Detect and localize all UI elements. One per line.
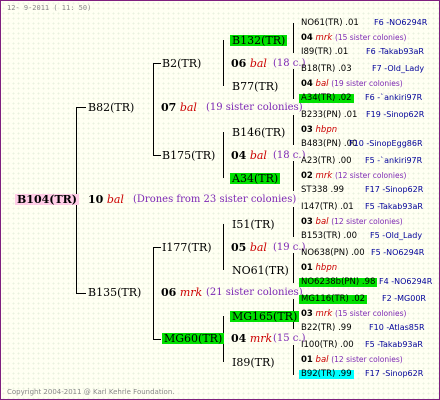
g4-top-8-line: F5 -Takab93aR xyxy=(365,340,423,349)
g2-queen-2[interactable]: B175(TR) xyxy=(162,150,215,161)
g2-mating-4: 04 mrk xyxy=(231,332,273,345)
g3-queen-1[interactable]: B132(TR) xyxy=(230,35,288,46)
g3-queen-8[interactable]: I89(TR) xyxy=(232,357,275,368)
g4-mating-4: 02 mrk (12 sister colonies) xyxy=(301,171,407,181)
g4-top-4-line: F5 -`ankiri97R xyxy=(365,156,423,165)
g3-queen-7[interactable]: MG165(TR) xyxy=(230,311,300,322)
g4-top-3-line: F19 -Sinop62R xyxy=(366,110,425,119)
root-race: bal xyxy=(106,193,124,206)
g4-bot-2-line: F6 -`ankiri97R xyxy=(365,93,423,102)
root-year: 10 xyxy=(88,193,104,206)
g4-mating-7: 03 mrk (15 sister colonies) xyxy=(301,309,407,319)
g4-top-8[interactable]: I100(TR) .00 xyxy=(301,341,354,350)
g4-mating-8: 01 bal (12 sister colonies) xyxy=(301,355,403,365)
connector xyxy=(153,247,161,248)
connector xyxy=(153,247,154,339)
g4-bot-4[interactable]: ST338 .99 xyxy=(301,186,344,195)
g2-queen-3[interactable]: I177(TR) xyxy=(162,242,212,253)
g4-mating-1: 04 mrk (15 sister colonies) xyxy=(301,33,407,43)
g4-bot-2[interactable]: A34(TR) .02 xyxy=(299,94,354,103)
connector xyxy=(223,40,224,86)
connector xyxy=(293,345,294,375)
root-queen[interactable]: B104(TR) xyxy=(15,194,79,205)
connector xyxy=(293,207,294,237)
g4-top-6[interactable]: NO638(PN) .00 xyxy=(301,249,365,258)
connector xyxy=(153,63,161,64)
g3-queen-6[interactable]: NO61(TR) xyxy=(232,265,289,276)
g2-mating-2: 04 bal xyxy=(231,149,267,162)
g4-mating-5: 03 bal (12 sister colonies) xyxy=(301,217,403,227)
g4-bot-6-line: F4 -NO6294R xyxy=(379,277,433,286)
g4-top-3[interactable]: B233(PN) .01 xyxy=(301,111,357,120)
connector xyxy=(293,69,294,99)
root-mating: 10 bal xyxy=(88,194,124,205)
g4-bot-4-line: F17 -Sinop62R xyxy=(365,185,424,194)
g2-mating-1: 06 bal xyxy=(231,57,267,70)
connector xyxy=(223,132,224,178)
g4-bot-1[interactable]: I89(TR) .01 xyxy=(301,48,348,57)
g3-queen-4[interactable]: A34(TR) xyxy=(230,173,281,184)
g3-queen-2[interactable]: B77(TR) xyxy=(232,81,278,92)
g4-top-6-line: F5 -NO6294R xyxy=(371,248,425,257)
g4-top-4[interactable]: A23(TR) .00 xyxy=(301,157,352,166)
connector xyxy=(76,107,86,108)
connector xyxy=(293,161,294,191)
g4-bot-8[interactable]: B92(TR) .99 xyxy=(299,370,354,379)
g4-top-5-line: F5 -Takab93aR xyxy=(365,202,423,211)
connector xyxy=(293,23,294,53)
root-note: (Drones from 23 sister colonies) xyxy=(133,194,297,205)
g4-bot-5[interactable]: B153(TR) .00 xyxy=(301,232,357,241)
g4-bot-7-line: F10 -Atlas85R xyxy=(369,323,425,332)
g1-mating-2: 06 mrk xyxy=(161,286,203,299)
pedigree-panel: 12- 9-2011 ( 11: 50) B104(TR) 10 bal (Dr… xyxy=(0,0,440,400)
connector xyxy=(153,339,161,340)
g4-top-2-line: F7 -Old_Lady xyxy=(372,64,425,73)
connector xyxy=(153,63,154,155)
connector xyxy=(223,224,224,270)
g1-queen-1[interactable]: B82(TR) xyxy=(88,102,134,113)
g4-mating-2: 04 bal (19 sister colonies) xyxy=(301,79,403,89)
g4-mating-3: 03 hbpn xyxy=(301,125,338,135)
g4-bot-1-line: F6 -Takab93aR xyxy=(366,47,424,56)
g4-top-7-line: F2 -MG00R xyxy=(382,294,426,303)
g4-top-1[interactable]: NO61(TR) .01 xyxy=(301,19,359,28)
g2-queen-4[interactable]: MG60(TR) xyxy=(162,333,225,344)
g4-top-2[interactable]: B18(TR) .03 xyxy=(301,65,352,74)
connector xyxy=(293,253,294,283)
g4-top-5[interactable]: I147(TR) .01 xyxy=(301,203,354,212)
g3-queen-5[interactable]: I51(TR) xyxy=(232,219,275,230)
g2-queen-1[interactable]: B2(TR) xyxy=(162,58,201,69)
connector xyxy=(153,155,161,156)
g4-bot-8-line: F17 -Sinop62R xyxy=(365,369,424,378)
g1-note-1: (19 sister colonies) xyxy=(206,102,303,113)
g4-top-7[interactable]: MG116(TR) .02 xyxy=(299,295,368,304)
connector xyxy=(293,115,294,145)
g3-queen-3[interactable]: B146(TR) xyxy=(232,127,285,138)
g4-bot-5-line: F5 -Old_Lady xyxy=(370,231,423,240)
g4-top-1-line: F6 -NO6294R xyxy=(374,18,428,27)
g4-mating-6: 01 hbpn xyxy=(301,263,338,273)
g4-bot-7[interactable]: B22(TR) .99 xyxy=(301,324,352,333)
g4-bot-6[interactable]: NO6238b(PN) .98 xyxy=(299,278,378,287)
connector xyxy=(76,293,86,294)
timestamp: 12- 9-2011 ( 11: 50) xyxy=(7,4,92,12)
g1-queen-2[interactable]: B135(TR) xyxy=(88,287,141,298)
g1-note-2: (21 sister colonies) xyxy=(206,287,303,298)
copyright: Copyright 2004-2011 @ Karl Kehrle Founda… xyxy=(7,388,175,396)
g1-mating-1: 07 bal xyxy=(161,101,197,114)
g2-mating-3: 05 bal xyxy=(231,241,267,254)
g4-bot-3-line: F10 -SinopEgg86R xyxy=(349,139,423,148)
